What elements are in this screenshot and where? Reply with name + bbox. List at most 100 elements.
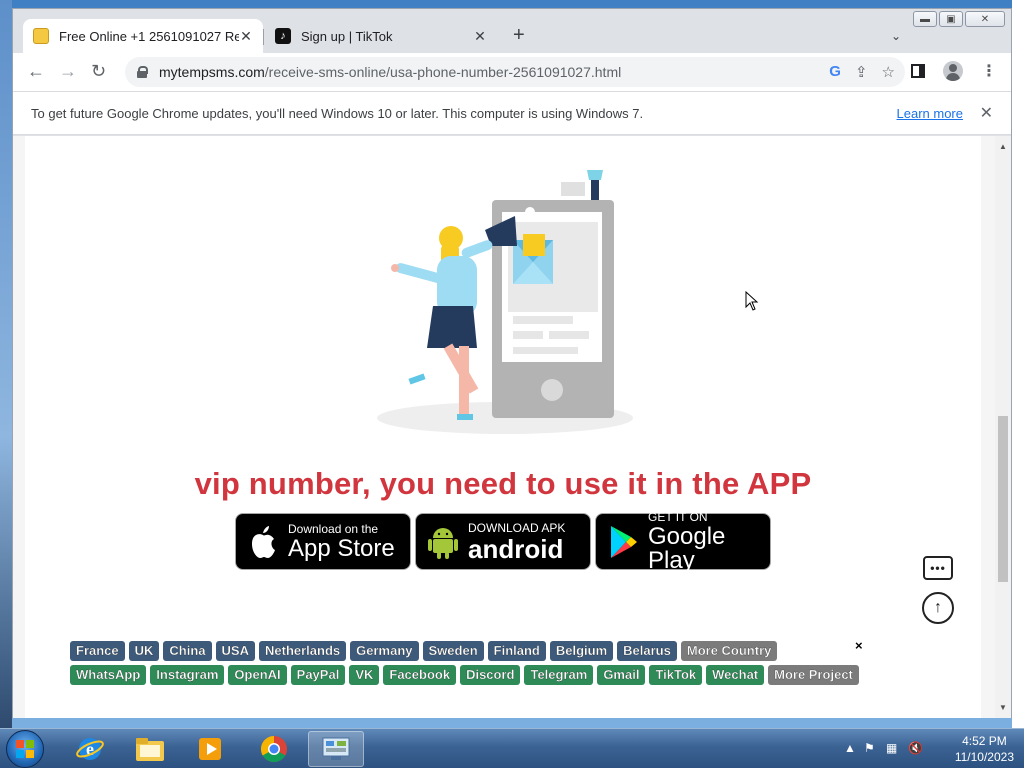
start-button[interactable] — [6, 730, 44, 768]
reload-icon[interactable]: ↻ — [91, 61, 106, 81]
chrome-window: Free Online +1 2561091027 Rece ✕ ♪ Sign … — [12, 8, 1012, 718]
background-window-edge — [1012, 0, 1024, 728]
desktop-background-left — [0, 0, 12, 728]
country-tag[interactable]: UK — [128, 641, 160, 661]
windows-taskbar: e ▲ ⚑ ▦ 🔇 4:52 PM 11/10/2023 — [0, 728, 1024, 768]
tab-separator — [263, 29, 264, 45]
badge-big-text: Google Play — [648, 522, 726, 574]
vertical-scrollbar[interactable]: ▲ ▼ — [995, 136, 1011, 718]
share-icon[interactable]: ⇪ — [855, 63, 868, 81]
google-play-icon — [611, 525, 637, 558]
close-window-button[interactable]: ✕ — [965, 11, 1005, 27]
project-tag[interactable]: Telegram — [524, 665, 594, 685]
country-tag[interactable]: Finland — [487, 641, 546, 661]
new-tab-button[interactable]: + — [513, 25, 525, 45]
close-tab-icon[interactable]: ✕ — [239, 28, 253, 45]
page-body: vip number, you need to use it in the AP… — [25, 136, 981, 718]
lock-icon[interactable] — [137, 66, 148, 78]
back-arrow-icon[interactable]: ← — [27, 61, 45, 81]
chat-icon[interactable]: ••• — [923, 556, 953, 580]
close-tab-icon[interactable]: ✕ — [473, 28, 487, 45]
scroll-down-arrow-icon[interactable]: ▼ — [999, 703, 1007, 712]
taskbar-control-panel[interactable] — [308, 731, 364, 767]
forward-arrow-icon[interactable]: → — [59, 61, 77, 81]
maximize-button[interactable]: ▣ — [939, 11, 963, 27]
volume-muted-icon[interactable]: 🔇 — [908, 741, 923, 755]
project-tag[interactable]: VK — [349, 665, 380, 685]
country-tag[interactable]: France — [70, 641, 125, 661]
project-tag[interactable]: OpenAI — [228, 665, 287, 685]
url-path: /receive-sms-online/usa-phone-number-256… — [264, 64, 622, 80]
infobar-close-icon[interactable]: ✕ — [980, 103, 993, 123]
country-tag[interactable]: China — [163, 641, 212, 661]
project-tags: WhatsApp Instagram OpenAI PayPal VK Face… — [70, 665, 910, 685]
folder-icon — [136, 738, 164, 761]
more-project-tag[interactable]: More Project — [768, 665, 859, 685]
more-country-tag[interactable]: More Country — [680, 641, 778, 661]
project-tag[interactable]: Facebook — [383, 665, 457, 685]
chrome-icon — [260, 735, 287, 763]
project-tag[interactable]: PayPal — [290, 665, 346, 685]
google-translate-icon[interactable]: G — [829, 63, 841, 81]
network-icon[interactable]: ▦ — [886, 741, 897, 755]
scroll-to-top-icon[interactable]: ↑ — [922, 592, 954, 624]
google-play-button[interactable]: GET IT ON Google Play — [595, 509, 771, 574]
side-panel-icon[interactable] — [911, 64, 925, 78]
taskbar-media-player[interactable] — [182, 731, 238, 767]
project-tag[interactable]: WhatsApp — [70, 665, 147, 685]
taskbar-internet-explorer[interactable]: e — [62, 731, 118, 767]
toolbar-right: ⋮ — [911, 61, 997, 81]
badge-small-text: Download on the — [288, 521, 379, 536]
project-tag[interactable]: Instagram — [150, 665, 225, 685]
clock-date: 11/10/2023 — [954, 750, 1014, 764]
tab-tiktok[interactable]: ♪ Sign up | TikTok ✕ — [265, 19, 497, 53]
omnibox-actions: G ⇪ ☆ — [829, 63, 895, 81]
toolbar: ← → ↻ mytempsms.com /receive-sms-online/… — [13, 53, 1011, 91]
tags-close-icon[interactable]: × — [855, 638, 863, 653]
media-player-icon — [199, 738, 221, 760]
country-tag[interactable]: Belgium — [549, 641, 614, 661]
clock[interactable]: 4:52 PM 11/10/2023 — [955, 733, 1014, 765]
sms-favicon-icon — [33, 28, 49, 44]
tiktok-icon: ♪ — [275, 28, 291, 44]
internet-explorer-icon: e — [76, 738, 104, 760]
clock-time: 4:52 PM — [962, 734, 1007, 748]
country-tag[interactable]: Belarus — [617, 641, 677, 661]
country-tag[interactable]: Netherlands — [259, 641, 347, 661]
country-tag[interactable]: Germany — [350, 641, 419, 661]
address-bar[interactable]: mytempsms.com /receive-sms-online/usa-ph… — [125, 57, 905, 87]
app-store-button[interactable]: Download on the App Store — [235, 513, 411, 570]
project-tag[interactable]: Discord — [460, 665, 521, 685]
project-tag[interactable]: TikTok — [649, 665, 703, 685]
menu-kebab-icon[interactable]: ⋮ — [981, 61, 997, 81]
tab-search-chevron-icon[interactable]: ⌄ — [891, 29, 901, 43]
vip-heading: vip number, you need to use it in the AP… — [194, 466, 812, 501]
badge-small-text: DOWNLOAD APK — [468, 520, 566, 535]
project-tag[interactable]: Wechat — [706, 665, 765, 685]
bookmark-star-icon[interactable]: ☆ — [882, 63, 895, 81]
profile-avatar-icon[interactable] — [943, 61, 963, 81]
taskbar-file-explorer[interactable] — [122, 731, 178, 767]
tag-list: France UK China USA Netherlands Germany … — [70, 641, 910, 689]
page-viewport: vip number, you need to use it in the AP… — [13, 136, 997, 718]
action-center-flag-icon[interactable]: ⚑ — [864, 741, 875, 755]
badge-small-text: GET IT ON — [648, 509, 708, 524]
control-panel-icon — [322, 737, 350, 760]
tab-mytempsms[interactable]: Free Online +1 2561091027 Rece ✕ — [23, 19, 263, 53]
scrollbar-thumb[interactable] — [998, 416, 1008, 582]
learn-more-link[interactable]: Learn more — [897, 106, 963, 121]
android-icon — [428, 527, 458, 559]
minimize-button[interactable]: ▬ — [913, 11, 937, 27]
taskbar-chrome[interactable] — [246, 731, 302, 767]
badge-big-text: App Store — [288, 534, 395, 562]
country-tag[interactable]: USA — [215, 641, 255, 661]
tab-title: Sign up | TikTok — [301, 28, 393, 44]
android-apk-button[interactable]: DOWNLOAD APK android — [415, 513, 591, 570]
scroll-up-arrow-icon[interactable]: ▲ — [999, 142, 1007, 151]
system-tray: ▲ ⚑ ▦ 🔇 4:52 PM 11/10/2023 — [834, 729, 1024, 768]
mouse-cursor-icon — [745, 291, 759, 311]
apple-icon — [252, 525, 275, 558]
country-tag[interactable]: Sweden — [422, 641, 484, 661]
project-tag[interactable]: Gmail — [597, 665, 646, 685]
show-hidden-icons-icon[interactable]: ▲ — [844, 741, 856, 755]
